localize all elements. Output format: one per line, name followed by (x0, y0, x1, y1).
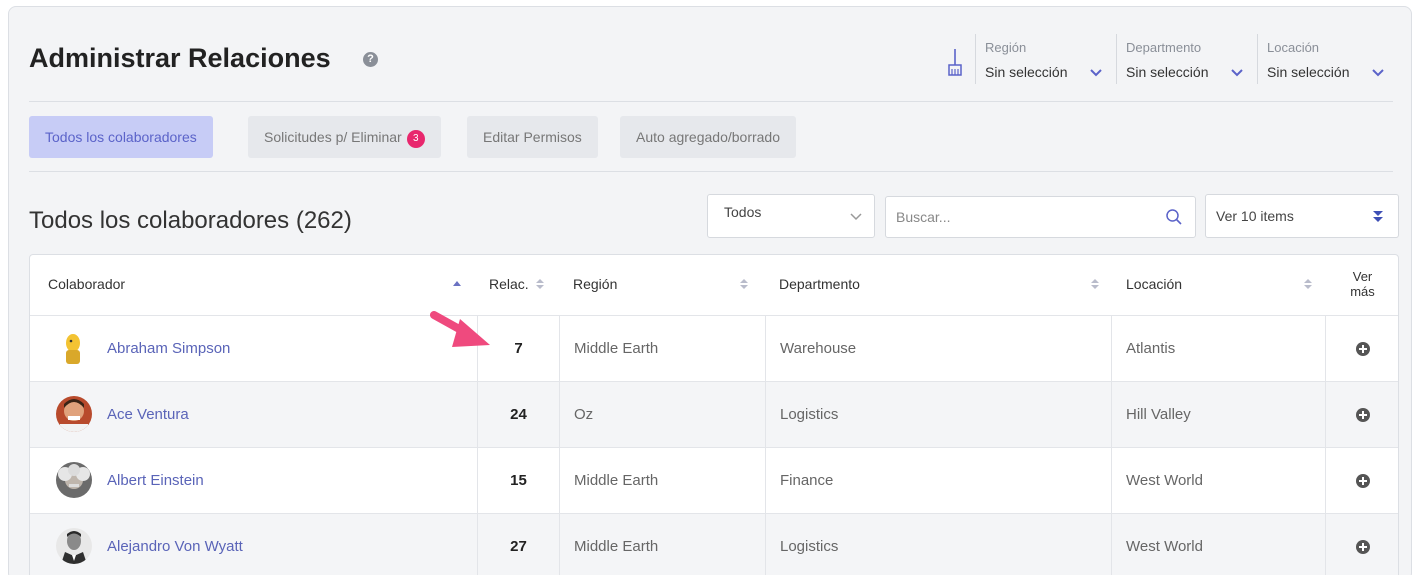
collaborator-name-link[interactable]: Ace Ventura (107, 406, 189, 423)
relac-count: 24 (477, 382, 559, 447)
items-per-page-select[interactable]: Ver 10 items (1205, 194, 1399, 238)
department-cell: Logistics (765, 514, 1111, 575)
column-header-locacion[interactable]: Locación (1111, 255, 1321, 315)
region-cell: Middle Earth (559, 448, 765, 513)
collaborator-name-link[interactable]: Albert Einstein (107, 472, 204, 489)
tab-label: Solicitudes p/ Eliminar (264, 129, 402, 145)
sort-icon (740, 279, 748, 289)
column-header-colaborador[interactable]: Colaborador (30, 255, 490, 315)
column-header-departmento[interactable]: Departmento (765, 255, 1109, 315)
department-cell: Finance (765, 448, 1111, 513)
collaborator-name-link[interactable]: Abraham Simpson (107, 340, 230, 357)
department-filter-label: Departmento (1126, 40, 1202, 55)
region-cell: Middle Earth (559, 316, 765, 381)
plus-circle-icon[interactable] (1355, 407, 1371, 423)
column-header-relac[interactable]: Relac. (477, 255, 570, 315)
chevron-down-icon (850, 213, 862, 221)
tab-label: Editar Permisos (483, 129, 582, 145)
double-chevron-down-icon (1373, 211, 1383, 222)
broom-icon[interactable] (946, 48, 964, 78)
chevron-down-icon (1090, 69, 1102, 77)
header-divider (29, 101, 1393, 102)
avatar (56, 462, 92, 498)
plus-circle-icon[interactable] (1355, 473, 1371, 489)
search-icon[interactable] (1165, 208, 1183, 226)
avatar (56, 330, 92, 366)
search-box[interactable] (885, 196, 1196, 238)
page-title: Administrar Relaciones (29, 43, 331, 73)
table-row: Abraham Simpson 7 Middle Earth Warehouse… (30, 315, 1398, 381)
status-select[interactable]: Todos (707, 194, 875, 238)
table-row: Alejandro Von Wyatt 27 Middle Earth Logi… (30, 513, 1398, 575)
tab-editar-permisos[interactable]: Editar Permisos (467, 116, 598, 158)
department-cell: Logistics (765, 382, 1111, 447)
tab-label: Todos los colaboradores (45, 129, 197, 145)
relac-count: 27 (477, 514, 559, 575)
tab-todos-los-colaboradores[interactable]: Todos los colaboradores (29, 116, 213, 158)
tab-auto-agregado-borrado[interactable]: Auto agregado/borrado (620, 116, 796, 158)
region-filter[interactable]: Región Sin selección (975, 34, 1109, 84)
column-header-ver-mas: Ver más (1350, 269, 1375, 299)
collaborator-name-link[interactable]: Alejandro Von Wyatt (107, 538, 243, 555)
status-select-value: Todos (724, 204, 762, 220)
collaborators-table: Colaborador Relac. Región Departmento Lo… (29, 254, 1399, 575)
location-filter-label: Locación (1267, 40, 1320, 55)
tab-label: Auto agregado/borrado (636, 129, 780, 145)
sort-asc-icon (453, 281, 461, 286)
sort-icon (536, 279, 544, 289)
section-title: Todos los colaboradores (262) (29, 207, 352, 234)
location-cell: Hill Valley (1111, 382, 1325, 447)
admin-card: Administrar Relaciones ? Región Sin sele… (8, 6, 1412, 575)
tabs-divider (29, 171, 1393, 172)
location-cell: West World (1111, 448, 1325, 513)
help-circle-icon[interactable]: ? (363, 52, 378, 67)
department-filter[interactable]: Departmento Sin selección (1116, 34, 1250, 84)
location-cell: Atlantis (1111, 316, 1325, 381)
plus-circle-icon[interactable] (1355, 539, 1371, 555)
table-row: Albert Einstein 15 Middle Earth Finance … (30, 447, 1398, 513)
region-cell: Middle Earth (559, 514, 765, 575)
table-row: Ace Ventura 24 Oz Logistics Hill Valley (30, 381, 1398, 447)
search-input[interactable] (886, 197, 1156, 237)
region-cell: Oz (559, 382, 765, 447)
sort-icon (1304, 279, 1312, 289)
location-cell: West World (1111, 514, 1325, 575)
region-filter-label: Región (985, 40, 1027, 55)
relac-count: 15 (477, 448, 559, 513)
chevron-down-icon (1372, 69, 1384, 77)
count-badge: 3 (406, 130, 425, 148)
avatar (56, 396, 92, 432)
avatar (56, 528, 92, 564)
sort-icon (1091, 279, 1099, 289)
column-header-region[interactable]: Región (559, 255, 759, 315)
department-cell: Warehouse (765, 316, 1111, 381)
location-filter[interactable]: Locación Sin selección (1257, 34, 1391, 84)
pointer-arrow-icon (430, 311, 490, 347)
plus-circle-icon[interactable] (1355, 341, 1371, 357)
tab-solicitudes-eliminar[interactable]: Solicitudes p/ Eliminar 3 (248, 116, 441, 158)
items-per-page-value: Ver 10 items (1216, 208, 1294, 224)
chevron-down-icon (1231, 69, 1243, 77)
